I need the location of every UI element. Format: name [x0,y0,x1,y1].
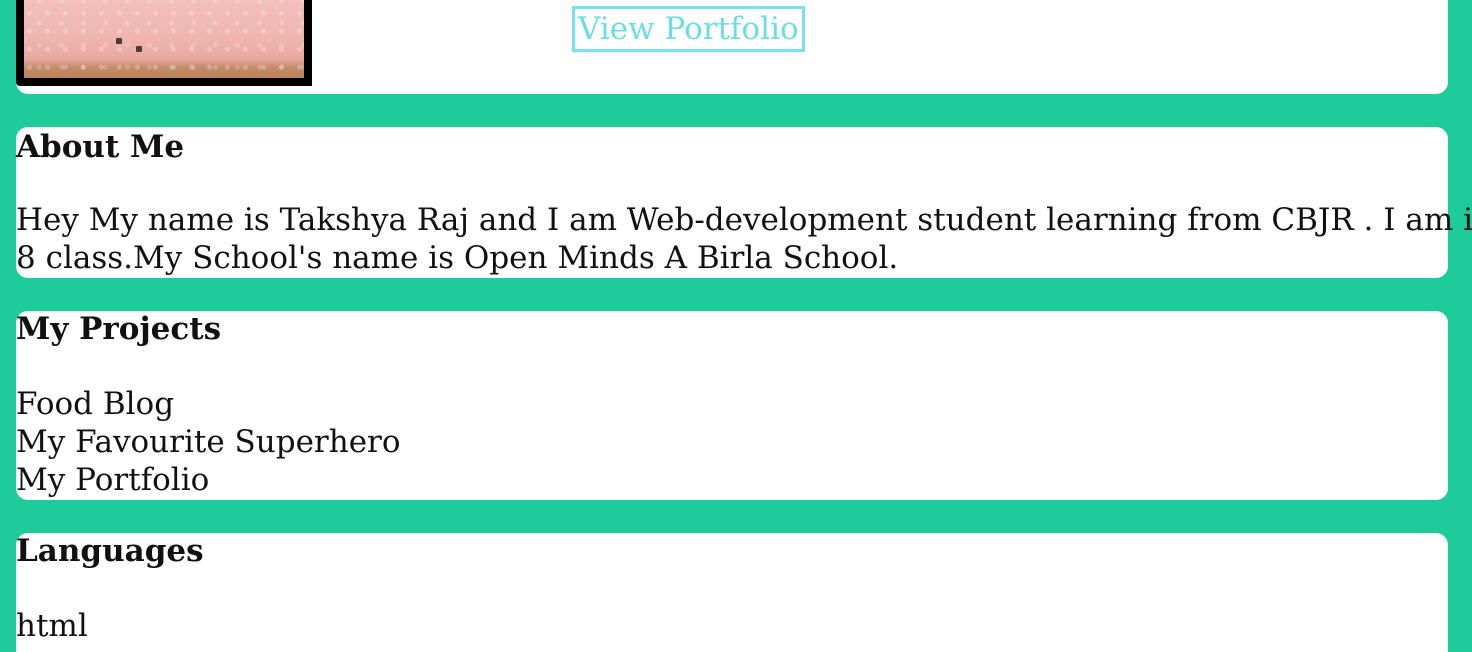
project-item-favourite-superhero: My Favourite Superhero [16,424,401,460]
language-item-html: html [16,608,88,644]
view-portfolio-button[interactable]: View Portfolio [572,6,805,52]
shirt-button-dot [116,38,122,44]
profile-header-card: View Portfolio [16,0,1448,94]
about-me-text-line1: Hey My name is Takshya Raj and I am Web-… [16,202,1472,238]
shirt-button-dot [136,46,142,52]
page: View Portfolio About Me Hey My name is T… [0,0,1472,652]
project-item-food-blog: Food Blog [16,386,175,422]
about-me-card: About Me Hey My name is Takshya Raj and … [16,127,1472,278]
project-item-portfolio: My Portfolio [16,462,210,498]
about-me-text-line2: 8 class.My School's name is Open Minds A… [16,240,899,276]
about-me-heading: About Me [16,129,185,165]
languages-card: Languages html [16,533,1448,652]
profile-photo-frame [16,0,312,86]
my-projects-card: My Projects Food Blog My Favourite Super… [16,311,1448,500]
languages-heading: Languages [16,533,204,569]
profile-photo [24,0,304,78]
my-projects-heading: My Projects [16,311,222,347]
